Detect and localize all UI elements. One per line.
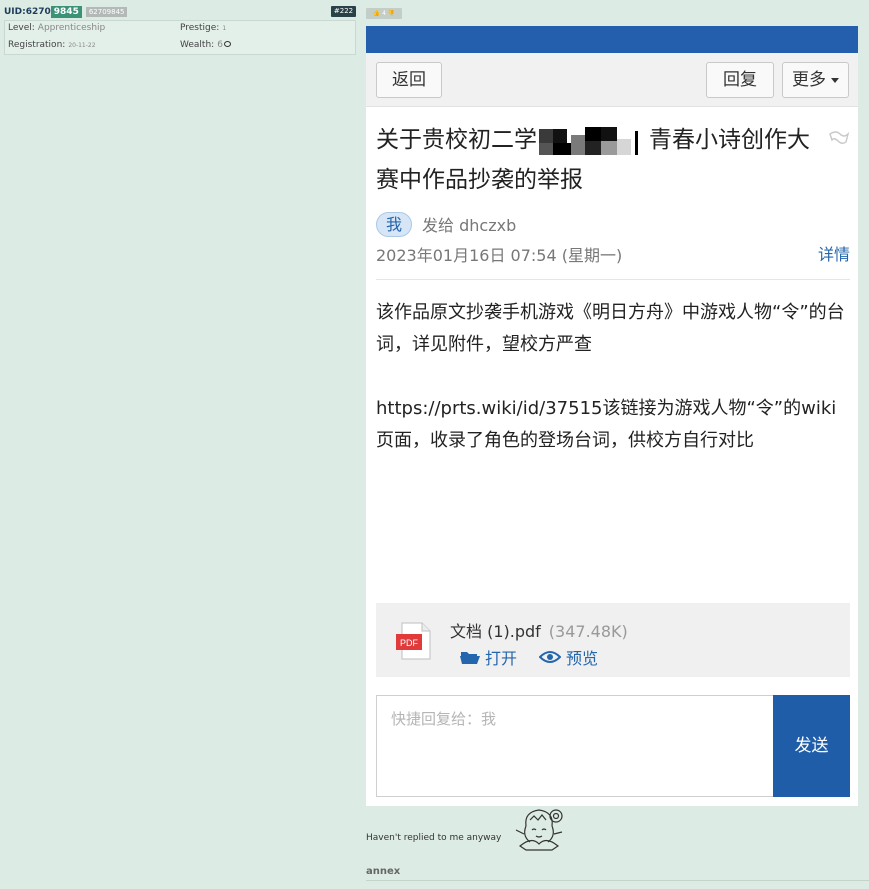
- annex-label: annex: [366, 866, 401, 877]
- app-topbar: [366, 26, 858, 53]
- redaction-mosaic: [539, 125, 647, 157]
- body-paragraph: 该作品原文抄袭手机游戏《明日方舟》中游戏人物“令”的台词，详见附件，望校方严查: [376, 302, 845, 355]
- topbar-faded-text: [402, 28, 522, 34]
- details-link[interactable]: 详情: [818, 241, 850, 265]
- level-item: Level: Apprenticeship: [8, 23, 105, 33]
- reply-button[interactable]: 回复: [706, 62, 774, 98]
- registration-value: 20-11-22: [68, 42, 96, 49]
- mail-subject: 关于贵校初二学 青春小诗创作大赛中作品抄袭的举报: [376, 120, 826, 200]
- more-button[interactable]: 更多: [782, 62, 849, 98]
- mail-body: 该作品原文抄袭手机游戏《明日方舟》中游戏人物“令”的台词，详见附件，望校方严查 …: [376, 297, 854, 489]
- attachment-actions: 打开 预览: [460, 645, 620, 669]
- preview-button[interactable]: 预览: [539, 645, 598, 669]
- open-label: 打开: [485, 649, 518, 668]
- back-button[interactable]: 返回: [376, 62, 442, 98]
- prestige-value: 1: [222, 25, 227, 32]
- registration-label: Registration:: [8, 40, 66, 50]
- comment-text: Haven't replied to me anyway: [366, 833, 502, 843]
- flag-icon[interactable]: [828, 130, 850, 148]
- pdf-file-icon[interactable]: PDF: [394, 621, 434, 661]
- user-info-box: Level: Apprenticeship Prestige: 1 Regist…: [4, 20, 356, 55]
- attachment-card: PDF 文档 (1).pdf (347.48K) 打开 预览: [376, 603, 850, 677]
- level-value: Apprenticeship: [37, 23, 106, 33]
- coin-icon: [223, 41, 231, 47]
- attachment-size: (347.48K): [548, 622, 628, 641]
- attachment-name-row[interactable]: 文档 (1).pdf (347.48K): [450, 618, 628, 642]
- uid-full-badge: 62709845: [85, 7, 128, 17]
- anime-sticker-image: [515, 809, 563, 851]
- mail-date: 2023年01月16日 07:54 (星期一): [376, 246, 623, 265]
- registration-item: Registration: 20-11-22: [8, 40, 96, 50]
- wealth-value: 6: [217, 40, 223, 50]
- wealth-label: Wealth:: [180, 40, 215, 50]
- prestige-item: Prestige: 1: [180, 23, 226, 33]
- sender-row: 我 发给 dhczxb: [376, 211, 516, 237]
- divider: [376, 279, 850, 280]
- uid-prefix: UID:6270: [4, 7, 51, 17]
- more-label: 更多: [792, 70, 826, 90]
- me-chip[interactable]: 我: [376, 211, 413, 237]
- folder-open-icon: [460, 652, 480, 664]
- mail-screenshot: 返回 回复 更多 关于贵校初二学 青春小诗创作大赛中作品抄袭的举报 我 发给 d…: [366, 26, 858, 806]
- uid-highlight: 9845: [50, 6, 82, 18]
- send-button[interactable]: 发送: [773, 695, 850, 797]
- open-button[interactable]: 打开: [460, 645, 517, 669]
- quick-reply-input[interactable]: 快捷回复给：我: [376, 695, 774, 797]
- vote-chip[interactable]: 👍 4 👎: [366, 8, 402, 19]
- eye-icon: [539, 651, 562, 663]
- pdf-icon-text: PDF: [400, 638, 419, 648]
- subject-part-1: 关于贵校初二学: [376, 127, 537, 153]
- annex-divider: [366, 880, 869, 881]
- prestige-label: Prestige:: [180, 23, 220, 33]
- caret-down-icon: [831, 77, 839, 83]
- uid-line: UID:6270 9845 62709845: [4, 6, 128, 18]
- sent-to-text: 发给 dhczxb: [422, 216, 517, 235]
- post-number-badge[interactable]: #222: [331, 6, 356, 17]
- wealth-item: Wealth: 6: [180, 40, 231, 50]
- body-paragraph: https://prts.wiki/id/37515该链接为游戏人物“令”的wi…: [376, 398, 837, 451]
- attachment-name: 文档 (1).pdf: [450, 622, 541, 641]
- mail-toolbar: 返回 回复 更多: [366, 53, 858, 107]
- preview-label: 预览: [566, 649, 599, 668]
- level-label: Level:: [8, 23, 35, 33]
